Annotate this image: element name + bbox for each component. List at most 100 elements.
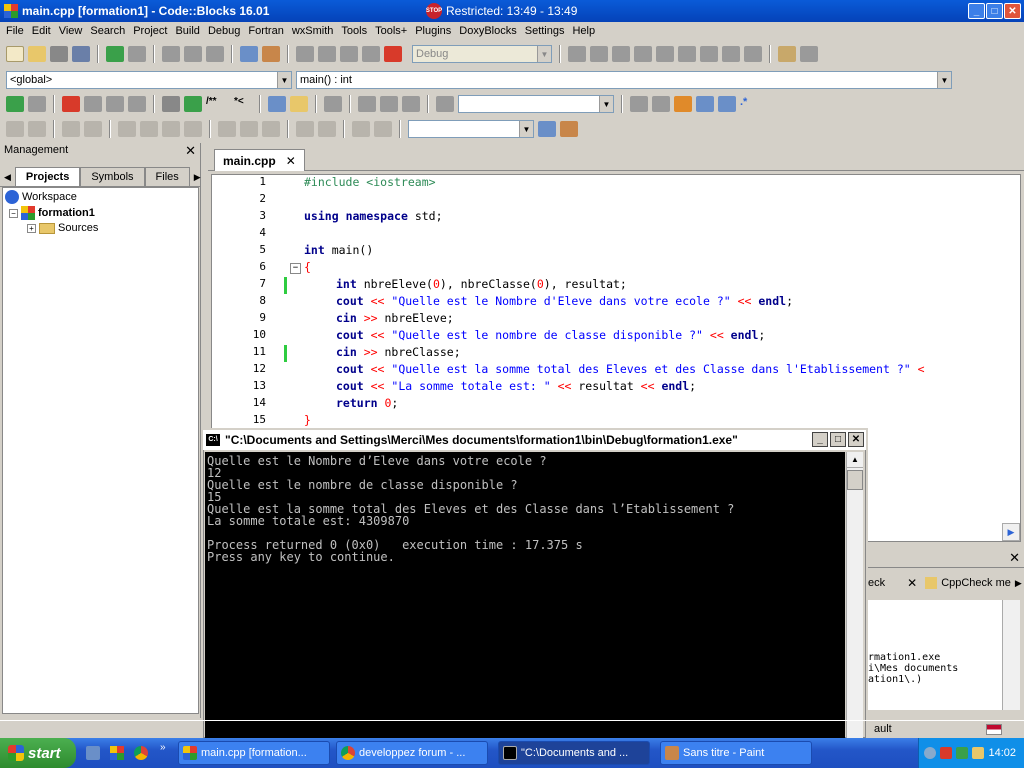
incremental-search-input[interactable]: ▼ bbox=[458, 95, 614, 113]
tab-projects[interactable]: Projects bbox=[14, 167, 81, 186]
volume-icon[interactable] bbox=[972, 747, 985, 759]
menu-settings[interactable]: Settings bbox=[523, 22, 571, 41]
border-3-icon[interactable] bbox=[262, 121, 280, 137]
doxy-html-icon[interactable] bbox=[268, 96, 286, 112]
new-file-icon[interactable] bbox=[6, 46, 24, 62]
build-gear-icon[interactable] bbox=[296, 46, 314, 62]
zoom-in-icon[interactable] bbox=[296, 121, 314, 137]
tab-scroll-right-icon[interactable]: ▶ bbox=[1015, 578, 1022, 589]
menu-search[interactable]: Search bbox=[88, 22, 131, 41]
border-1-icon[interactable] bbox=[218, 121, 236, 137]
collapse-icon[interactable]: − bbox=[9, 208, 18, 218]
zoom-out-icon[interactable] bbox=[318, 121, 336, 137]
logs-scrollbar[interactable] bbox=[1002, 600, 1020, 710]
debug-start-icon[interactable] bbox=[568, 46, 586, 62]
next-line-icon[interactable] bbox=[612, 46, 630, 62]
open-folder-icon[interactable] bbox=[28, 46, 46, 62]
menu-file[interactable]: File bbox=[4, 22, 30, 41]
expand-icon[interactable]: + bbox=[27, 223, 36, 233]
save-all-icon[interactable] bbox=[72, 46, 90, 62]
next-bookmark-icon[interactable] bbox=[106, 96, 124, 112]
copy-icon[interactable] bbox=[184, 46, 202, 62]
security-icon[interactable] bbox=[940, 747, 953, 759]
clear-search-icon[interactable] bbox=[436, 96, 454, 112]
step-into-instruction-icon[interactable] bbox=[678, 46, 696, 62]
highlight-icon[interactable] bbox=[674, 96, 692, 112]
image-icon[interactable] bbox=[62, 121, 80, 137]
fold-collapse-icon[interactable]: − bbox=[290, 263, 301, 274]
menu-help[interactable]: Help bbox=[570, 22, 601, 41]
spacer-s-icon[interactable] bbox=[352, 121, 370, 137]
replace-icon[interactable] bbox=[262, 46, 280, 62]
tab-cppcheck[interactable]: eck bbox=[868, 577, 885, 589]
menu-doxyblocks[interactable]: DoxyBlocks bbox=[457, 22, 522, 41]
cut-icon[interactable] bbox=[162, 46, 180, 62]
menu-view[interactable]: View bbox=[57, 22, 89, 41]
find-icon[interactable] bbox=[240, 46, 258, 62]
close-tab-icon[interactable]: ✕ bbox=[286, 154, 296, 168]
console-scrollbar[interactable]: ▲ bbox=[846, 452, 863, 738]
antivirus-icon[interactable] bbox=[956, 747, 969, 759]
jump-dot-icon[interactable] bbox=[380, 96, 398, 112]
close-icon[interactable]: ✕ bbox=[185, 143, 196, 159]
search-next-icon[interactable] bbox=[652, 96, 670, 112]
console-close-button[interactable]: ✕ bbox=[848, 432, 864, 447]
close-icon[interactable]: ✕ bbox=[1009, 550, 1020, 566]
close-button[interactable]: ✕ bbox=[1004, 3, 1021, 19]
spacer-c-icon[interactable] bbox=[374, 121, 392, 137]
menu-debug[interactable]: Debug bbox=[206, 22, 246, 41]
prev-bookmark-icon[interactable] bbox=[84, 96, 102, 112]
function-select[interactable]: main() : int ▼ bbox=[296, 71, 952, 89]
start-button[interactable]: start bbox=[0, 738, 76, 768]
wrench-settings-icon[interactable] bbox=[560, 121, 578, 137]
menu-build[interactable]: Build bbox=[173, 22, 205, 41]
maximize-button[interactable]: □ bbox=[986, 3, 1003, 19]
redo-icon[interactable] bbox=[128, 46, 146, 62]
tree-item-project[interactable]: − formation1 bbox=[9, 206, 95, 220]
toggle-bookmark-icon[interactable] bbox=[62, 96, 80, 112]
tree-item-sources[interactable]: + Sources bbox=[27, 222, 98, 234]
selected-text-only-icon[interactable] bbox=[696, 96, 714, 112]
border-2-icon[interactable] bbox=[240, 121, 258, 137]
paste-icon[interactable] bbox=[206, 46, 224, 62]
scroll-right-icon[interactable]: ▶ bbox=[1002, 523, 1020, 541]
debug-info-icon[interactable] bbox=[800, 46, 818, 62]
codeblocks-quicklaunch-icon[interactable] bbox=[110, 746, 124, 760]
doxy-extract-icon[interactable] bbox=[184, 96, 202, 112]
menu-project[interactable]: Project bbox=[131, 22, 173, 41]
menu-plugins[interactable]: Plugins bbox=[413, 22, 457, 41]
panel-icon[interactable] bbox=[28, 121, 46, 137]
doxy-wizard-icon[interactable] bbox=[162, 96, 180, 112]
menu-tools-plus[interactable]: Tools+ bbox=[373, 22, 413, 41]
next-instruction-icon[interactable] bbox=[634, 46, 652, 62]
save-icon[interactable] bbox=[50, 46, 68, 62]
run-to-cursor-icon[interactable] bbox=[590, 46, 608, 62]
rebuild-icon[interactable] bbox=[362, 46, 380, 62]
build-and-run-icon[interactable] bbox=[340, 46, 358, 62]
tab-files[interactable]: Files bbox=[144, 167, 190, 186]
block-comment-icon[interactable]: /** bbox=[206, 96, 230, 112]
tree-item-workspace[interactable]: Workspace bbox=[5, 190, 77, 204]
align-left-icon[interactable] bbox=[118, 121, 136, 137]
show-desktop-icon[interactable] bbox=[86, 746, 100, 760]
clock[interactable]: 14:02 bbox=[988, 747, 1016, 759]
tab-symbols[interactable]: Symbols bbox=[80, 167, 145, 186]
console-maximize-button[interactable]: □ bbox=[830, 432, 846, 447]
line-comment-icon[interactable]: *< bbox=[234, 96, 252, 112]
jump-forward-icon[interactable] bbox=[402, 96, 420, 112]
tab-scroll-right-icon[interactable]: ▶ bbox=[190, 169, 205, 186]
tab-cppcheck-messages[interactable]: CppCheck me bbox=[941, 577, 1011, 589]
text-icon[interactable] bbox=[84, 121, 102, 137]
align-fill-icon[interactable] bbox=[184, 121, 202, 137]
doxy-chm-icon[interactable] bbox=[290, 96, 308, 112]
run-icon[interactable] bbox=[318, 46, 336, 62]
scope-select[interactable]: <global> ▼ bbox=[6, 71, 292, 89]
undo-icon[interactable] bbox=[106, 46, 124, 62]
align-right-icon[interactable] bbox=[162, 121, 180, 137]
wrench-icon[interactable] bbox=[324, 96, 342, 112]
pointer-icon[interactable] bbox=[6, 121, 24, 137]
search-icon[interactable] bbox=[538, 121, 556, 137]
jump-back-icon[interactable] bbox=[358, 96, 376, 112]
step-out-icon[interactable] bbox=[700, 46, 718, 62]
close-tab-icon[interactable]: ✕ bbox=[907, 576, 917, 590]
